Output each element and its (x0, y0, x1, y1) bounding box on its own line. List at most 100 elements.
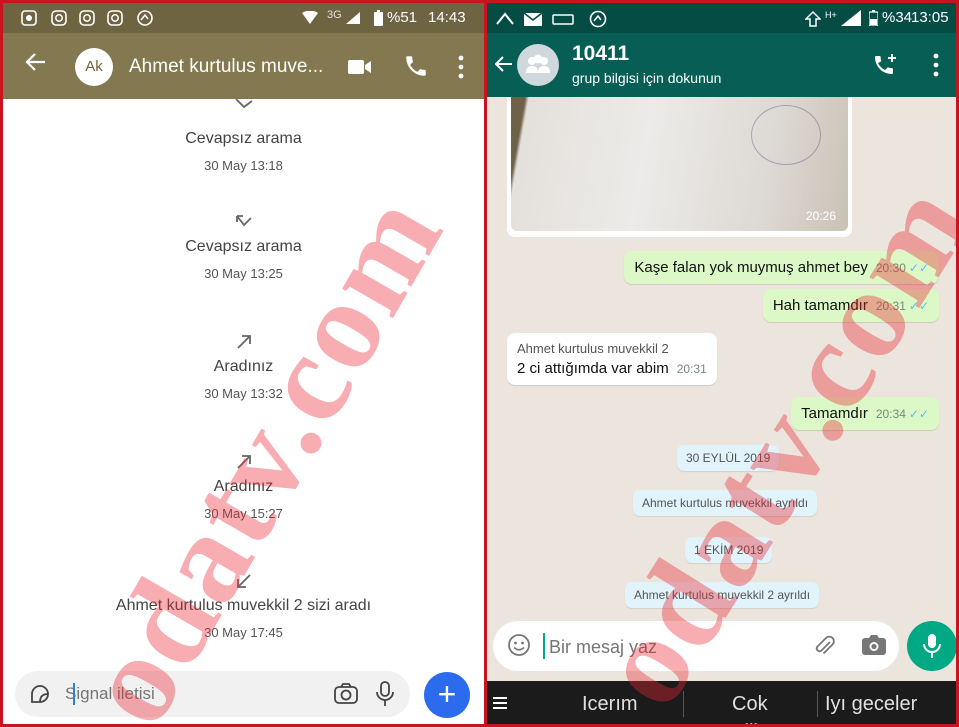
document-photo[interactable]: 20:26 (511, 97, 848, 231)
call-entry: Aradınız 30 May 13:32 (3, 331, 484, 402)
notification-icons (21, 10, 153, 26)
message-time: 20:31 (875, 299, 906, 313)
camera-icon[interactable] (861, 634, 887, 656)
call-time: 30 May 17:45 (204, 625, 283, 640)
sender-name: Ahmet kurtulus muvekkil 2 (517, 341, 669, 356)
menu-icon[interactable] (493, 696, 507, 710)
attach-plus-button[interactable]: + (424, 672, 470, 718)
call-entry: Cevapsız arama 30 May 13:25 (3, 211, 484, 282)
outgoing-message[interactable]: Hah tamamdır 20:31 ✓✓ (762, 289, 939, 322)
more-suggestions-icon[interactable]: ••• (745, 720, 759, 724)
compose-bar (15, 671, 410, 717)
call-label: Cevapsız arama (185, 238, 302, 255)
add-call-icon[interactable] (872, 51, 900, 79)
read-ticks-icon: ✓✓ (908, 407, 929, 421)
outgoing-call-icon (236, 455, 251, 469)
emoji-icon[interactable] (507, 633, 531, 657)
missed-call-icon (235, 215, 252, 227)
image-message[interactable]: 20:26 (507, 97, 852, 237)
read-ticks-icon: ✓✓ (908, 261, 929, 275)
keyboard-suggestion[interactable]: Iyı geceler (825, 693, 917, 716)
date-divider: 30 EYLÜL 2019 (677, 445, 780, 471)
group-title[interactable]: 10411 (572, 42, 629, 66)
whatsapp-screenshot: H+ %34 13:05 10411 grup bilgisi için dok… (487, 0, 959, 727)
phone-call-icon[interactable] (403, 53, 429, 79)
more-options-icon[interactable] (458, 55, 464, 79)
compose-bar (493, 621, 899, 671)
message-text: Hah tamamdır (772, 297, 868, 314)
sticker-icon[interactable] (29, 683, 51, 705)
voice-record-button[interactable] (907, 621, 956, 671)
message-time: 20:30 (875, 261, 906, 275)
battery-icon (869, 10, 878, 26)
more-options-icon[interactable] (933, 53, 939, 77)
status-bar: H+ %34 13:05 (487, 3, 956, 33)
call-time: 30 May 13:25 (204, 266, 283, 281)
call-label: Ahmet kurtulus muvekkil 2 sizi aradı (115, 597, 372, 614)
call-entry: Cevapsız arama 30 May 13:18 (3, 125, 484, 174)
message-text: Tamamdır (801, 405, 868, 422)
chat-area: 20:26 Kaşe falan yok muymuş ahmet bey 20:… (487, 97, 956, 615)
status-time: 14:43 (428, 9, 466, 26)
microphone-icon (923, 634, 941, 658)
group-avatar[interactable] (517, 44, 559, 86)
call-time: 30 May 13:18 (204, 158, 283, 173)
system-notice: Ahmet kurtulus muvekkil 2 ayrıldı (625, 582, 820, 608)
outgoing-message[interactable]: Kaşe falan yok muymuş ahmet bey 20:30 ✓✓ (624, 251, 939, 284)
network-type: 3G (327, 9, 342, 21)
call-time: 30 May 13:32 (204, 386, 283, 401)
battery-percent: %34 (882, 9, 913, 26)
call-label: Aradınız (213, 358, 274, 375)
call-log: Cevapsız arama 30 May 13:18 Cevapsız ara… (3, 99, 484, 665)
message-input[interactable] (549, 635, 789, 659)
back-arrow-icon[interactable] (495, 55, 513, 73)
group-icon (526, 54, 550, 73)
call-arrow-icon (235, 99, 253, 109)
system-notice: Ahmet kurtulus muvekkil ayrıldı (633, 490, 818, 516)
contact-name[interactable]: Ahmet kurtulus muve... (129, 55, 329, 79)
outgoing-call-icon (236, 335, 251, 349)
stamp-mark (751, 105, 821, 165)
back-arrow-icon[interactable] (25, 51, 47, 73)
video-call-icon[interactable] (348, 59, 372, 75)
keyboard-suggestion-bar: Icerım Cok Iyı geceler ••• (487, 681, 956, 724)
wifi-icon (302, 11, 318, 24)
notification-icons (496, 10, 607, 28)
call-label: Aradınız (213, 478, 274, 495)
conversation-header: Ak Ahmet kurtulus muve... (3, 33, 484, 99)
call-entry: Ahmet kurtulus muvekkil 2 sizi aradı 30 … (3, 570, 484, 641)
call-time: 30 May 15:27 (204, 506, 283, 521)
call-label: Cevapsız arama (185, 130, 302, 147)
battery-percent: %51 (387, 9, 418, 26)
signal-strength-icon: H+ (825, 10, 861, 26)
keyboard-suggestion[interactable]: Icerım (582, 693, 638, 716)
incoming-call-icon (236, 574, 251, 588)
message-time: 20:34 (875, 407, 906, 421)
message-input[interactable] (65, 683, 305, 705)
attachment-icon[interactable] (811, 633, 837, 659)
signal-screenshot: 3G %51 14:43 Ak Ahmet kurtulus muve... C… (0, 0, 487, 727)
group-header: 10411 grup bilgisi için dokunun (487, 33, 956, 97)
incoming-message[interactable]: Ahmet kurtulus muvekkil 2 2 ci attığımda… (507, 333, 717, 385)
suggestion-divider (683, 691, 684, 717)
message-text: Kaşe falan yok muymuş ahmet bey (634, 259, 868, 276)
signal-strength-icon (346, 12, 360, 24)
message-time: 20:26 (805, 209, 836, 223)
battery-icon (374, 10, 383, 26)
status-bar: 3G %51 14:43 (3, 3, 484, 33)
sync-icon (805, 11, 821, 27)
read-ticks-icon: ✓✓ (908, 299, 929, 313)
keyboard-suggestion[interactable]: Cok (732, 693, 768, 716)
text-caret (73, 683, 75, 705)
text-caret (543, 633, 545, 659)
microphone-icon[interactable] (375, 681, 395, 707)
message-time: 20:31 (676, 362, 707, 376)
contact-avatar[interactable]: Ak (75, 48, 113, 86)
call-entry: Aradınız 30 May 15:27 (3, 451, 484, 522)
svg-text:H+: H+ (825, 10, 837, 20)
date-divider: 1 EKİM 2019 (685, 537, 773, 563)
outgoing-message[interactable]: Tamamdır 20:34 ✓✓ (791, 397, 939, 430)
status-time: 13:05 (911, 9, 949, 26)
camera-icon[interactable] (333, 682, 359, 706)
group-subtitle[interactable]: grup bilgisi için dokunun (572, 70, 721, 86)
